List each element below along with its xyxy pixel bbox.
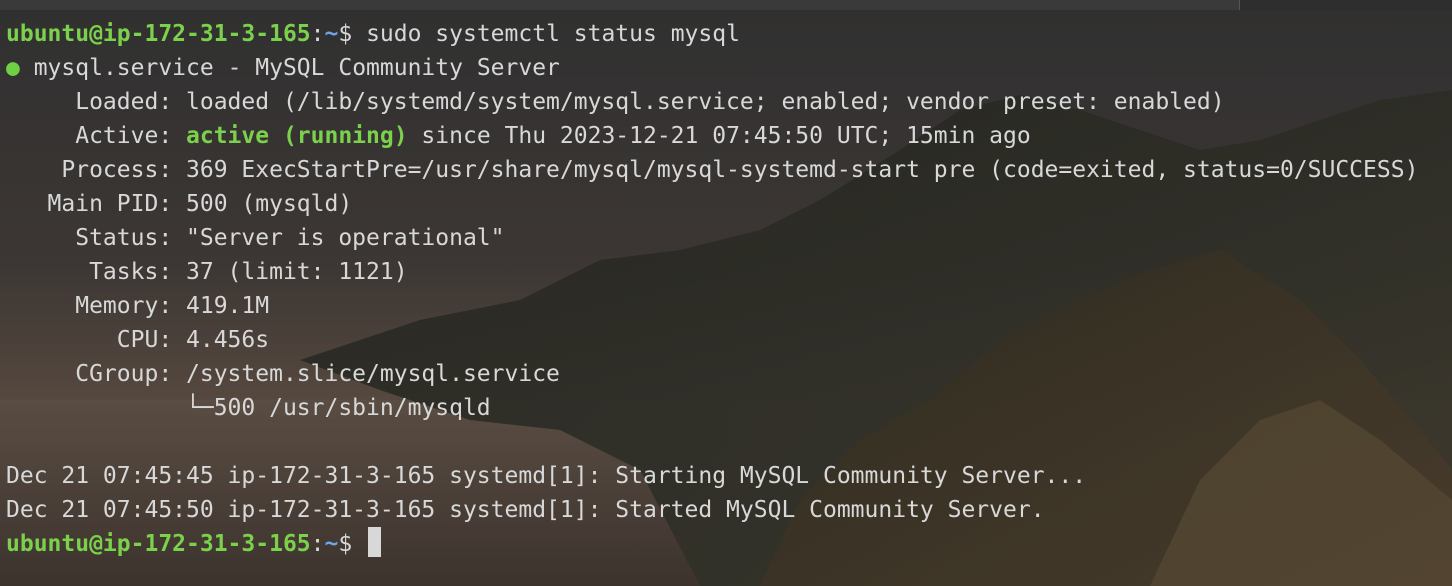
status-dot-icon: ● [6, 55, 20, 81]
terminal-window[interactable]: ubuntu@ip-172-31-3-165:~$ sudo systemctl… [0, 0, 1452, 586]
tasks-value: 37 (limit: 1121) [186, 259, 408, 285]
mainpid-label: Main PID: [6, 191, 187, 217]
command-line: ubuntu@ip-172-31-3-165:~$ sudo systemctl… [6, 17, 1418, 51]
log-text: Dec 21 07:45:45 ip-172-31-3-165 systemd[… [6, 463, 1087, 489]
service-header-line: ● mysql.service - MySQL Community Server [6, 51, 1418, 85]
text-cursor[interactable] [368, 527, 382, 557]
cgroup-value: /system.slice/mysql.service [186, 361, 560, 387]
cgroup-label: CGroup: [6, 361, 187, 387]
memory-line: Memory: 419.1M [6, 289, 1418, 323]
loaded-value: loaded (/lib/systemd/system/mysql.servic… [186, 89, 1225, 115]
cpu-value: 4.456s [186, 327, 270, 353]
log-text: Dec 21 07:45:50 ip-172-31-3-165 systemd[… [6, 497, 1045, 523]
memory-label: Memory: [6, 293, 187, 319]
log-line: Dec 21 07:45:45 ip-172-31-3-165 systemd[… [6, 459, 1418, 493]
cgroup-child: └─500 /usr/sbin/mysqld [6, 395, 491, 421]
prompt-user-host: ubuntu@ip-172-31-3-165 [6, 21, 311, 47]
active-label: Active: [6, 123, 187, 149]
prompt-path: ~ [324, 21, 339, 47]
prompt-colon: : [310, 531, 325, 557]
status-label: Status: [6, 225, 187, 251]
memory-value: 419.1M [186, 293, 270, 319]
tab-segment[interactable] [1239, 0, 1452, 10]
loaded-line: Loaded: loaded (/lib/systemd/system/mysq… [6, 85, 1418, 119]
command-text: sudo systemctl status mysql [366, 21, 740, 47]
status-line: Status: "Server is operational" [6, 221, 1418, 255]
cgroup-line: CGroup: /system.slice/mysql.service [6, 357, 1418, 391]
tasks-label: Tasks: [6, 259, 187, 285]
prompt-symbol: $ [338, 531, 367, 557]
active-state: active (running) [186, 123, 408, 149]
prompt-user-host: ubuntu@ip-172-31-3-165 [6, 531, 311, 557]
cgroup-child-line: └─500 /usr/sbin/mysqld [6, 391, 1418, 425]
status-value: "Server is operational" [186, 225, 505, 251]
process-value: 369 ExecStartPre=/usr/share/mysql/mysql-… [186, 157, 1419, 183]
mainpid-line: Main PID: 500 (mysqld) [6, 187, 1418, 221]
cpu-line: CPU: 4.456s [6, 323, 1418, 357]
window-top-bar [0, 0, 1452, 10]
input-prompt-line[interactable]: ubuntu@ip-172-31-3-165:~$ [6, 527, 1418, 561]
tasks-line: Tasks: 37 (limit: 1121) [6, 255, 1418, 289]
process-line: Process: 369 ExecStartPre=/usr/share/mys… [6, 153, 1418, 187]
prompt-colon: : [310, 21, 325, 47]
prompt-symbol: $ [338, 21, 367, 47]
prompt-path: ~ [324, 531, 339, 557]
service-header: mysql.service - MySQL Community Server [19, 55, 560, 81]
mainpid-value: 500 (mysqld) [186, 191, 353, 217]
active-since: since Thu 2023-12-21 07:45:50 UTC; 15min… [407, 123, 1031, 149]
loaded-label: Loaded: [6, 89, 187, 115]
cpu-label: CPU: [6, 327, 187, 353]
terminal-output: ubuntu@ip-172-31-3-165:~$ sudo systemctl… [6, 17, 1418, 561]
active-line: Active: active (running) since Thu 2023-… [6, 119, 1418, 153]
log-line: Dec 21 07:45:50 ip-172-31-3-165 systemd[… [6, 493, 1418, 527]
process-label: Process: [6, 157, 187, 183]
